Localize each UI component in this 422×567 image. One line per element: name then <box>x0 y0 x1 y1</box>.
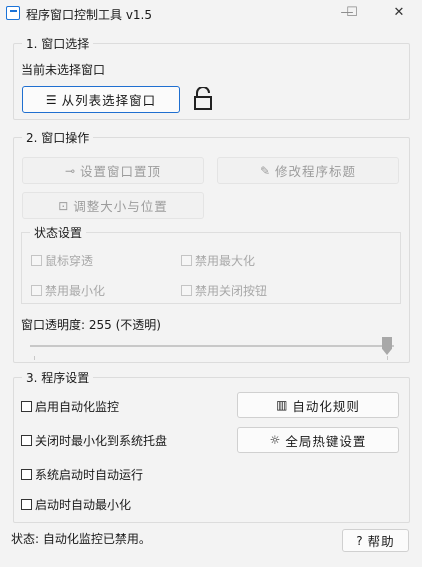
disable-close-label: 禁用关闭按钮 <box>195 284 268 298</box>
pencil-icon: ✎ <box>259 163 272 178</box>
help-button[interactable]: ? 帮助 <box>342 529 409 552</box>
pin-icon: ⊸ <box>64 163 77 178</box>
rename-title-label: 修改程序标题 <box>275 164 357 179</box>
automation-rules-label: 自动化规则 <box>292 398 360 414</box>
disable-maximize-label: 禁用最大化 <box>195 254 256 268</box>
select-from-list-button[interactable]: ☰ 从列表选择窗口 <box>22 86 180 113</box>
disable-close-checkbox[interactable]: 禁用关闭按钮 <box>181 282 267 299</box>
checkbox-box <box>21 435 32 446</box>
disable-minimize-label: 禁用最小化 <box>45 284 106 298</box>
minimize-to-tray-checkbox[interactable]: 关闭时最小化到系统托盘 <box>21 432 167 449</box>
maximize-button[interactable]: ☐ <box>341 4 363 22</box>
slider-tick <box>387 356 388 360</box>
rename-title-button[interactable]: ✎ 修改程序标题 <box>217 157 399 184</box>
checkbox-box <box>21 499 32 510</box>
window-select-group-title: 1. 窗口选择 <box>22 35 94 52</box>
status-text: 状态: 自动化监控已禁用。 <box>11 532 151 546</box>
pin-top-button[interactable]: ⊸ 设置窗口置顶 <box>22 157 204 184</box>
checkbox-box <box>31 255 42 266</box>
checkbox-box <box>21 469 32 480</box>
state-settings-title: 状态设置 <box>30 224 87 241</box>
gear-icon: ☼ <box>269 433 282 447</box>
autorun-label: 系统启动时自动运行 <box>35 468 144 482</box>
slider-tick <box>34 356 35 360</box>
book-icon: ▥ <box>276 398 289 412</box>
opacity-label: 窗口透明度: 255 (不透明) <box>21 318 161 332</box>
enable-automation-checkbox[interactable]: 启用自动化监控 <box>21 398 119 415</box>
disable-maximize-checkbox[interactable]: 禁用最大化 <box>181 252 255 269</box>
start-minimized-label: 启动时自动最小化 <box>35 498 132 512</box>
enable-automation-label: 启用自动化监控 <box>35 400 120 414</box>
opacity-slider-track[interactable] <box>30 345 394 347</box>
window-ops-group-title: 2. 窗口操作 <box>22 129 94 146</box>
app-icon <box>6 6 20 20</box>
automation-rules-button[interactable]: ▥ 自动化规则 <box>237 392 399 418</box>
resize-position-button[interactable]: ⊡ 调整大小与位置 <box>22 192 204 219</box>
program-settings-group-title: 3. 程序设置 <box>22 369 94 386</box>
lock-icon[interactable] <box>193 87 213 111</box>
checkbox-box <box>181 255 192 266</box>
window-title: 程序窗口控制工具 v1.5 <box>26 8 153 22</box>
minimize-to-tray-label: 关闭时最小化到系统托盘 <box>35 434 168 448</box>
select-from-list-label: 从列表选择窗口 <box>61 93 157 108</box>
checkbox-box <box>21 401 32 412</box>
checkbox-box <box>31 285 42 296</box>
global-hotkey-button[interactable]: ☼ 全局热键设置 <box>237 427 399 453</box>
list-icon: ☰ <box>45 92 58 107</box>
start-minimized-checkbox[interactable]: 启动时自动最小化 <box>21 496 131 513</box>
help-icon: ? <box>356 533 364 548</box>
click-through-label: 鼠标穿透 <box>45 254 94 268</box>
pin-top-label: 设置窗口置顶 <box>80 164 162 179</box>
close-button[interactable]: ✕ <box>388 4 410 22</box>
title-bar: 程序窗口控制工具 v1.5 — ☐ ✕ <box>0 0 422 28</box>
selected-window-status: 当前未选择窗口 <box>21 63 106 77</box>
resize-icon: ⊡ <box>58 198 70 213</box>
resize-position-label: 调整大小与位置 <box>73 199 168 214</box>
global-hotkey-label: 全局热键设置 <box>285 433 367 449</box>
click-through-checkbox[interactable]: 鼠标穿透 <box>31 252 93 269</box>
autorun-checkbox[interactable]: 系统启动时自动运行 <box>21 466 143 483</box>
checkbox-box <box>181 285 192 296</box>
disable-minimize-checkbox[interactable]: 禁用最小化 <box>31 282 105 299</box>
help-label: 帮助 <box>367 534 395 549</box>
